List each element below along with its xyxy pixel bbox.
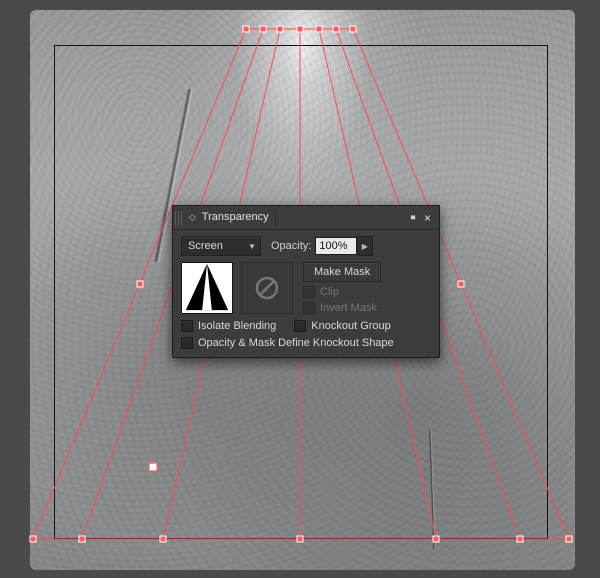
clip-checkbox <box>303 286 315 298</box>
invert-mask-checkbox <box>303 302 315 314</box>
cone-preview-icon <box>182 262 232 313</box>
opacity-label: Opacity: <box>271 240 311 252</box>
panel-menu-icon[interactable]: ◂▸ <box>410 212 412 223</box>
mask-thumbnail[interactable] <box>241 262 293 314</box>
illustrator-canvas[interactable]: Transparency ◂▸ × Screen ▼ Opacity: ▶ <box>0 0 600 578</box>
opacity-stepper[interactable]: ▶ <box>357 236 373 256</box>
panel-body: Screen ▼ Opacity: ▶ <box>173 230 439 357</box>
knockout-group-row[interactable]: Knockout Group <box>294 320 391 332</box>
invert-mask-checkbox-row: Invert Mask <box>303 302 381 314</box>
blend-mode-dropdown[interactable]: Screen ▼ <box>181 236 261 256</box>
clip-checkbox-row: Clip <box>303 286 381 298</box>
opacity-mask-knockout-row[interactable]: Opacity & Mask Define Knockout Shape <box>181 337 431 349</box>
chevron-down-icon: ▼ <box>248 242 256 251</box>
transparency-panel[interactable]: Transparency ◂▸ × Screen ▼ Opacity: ▶ <box>172 205 440 358</box>
make-mask-button[interactable]: Make Mask <box>303 262 381 282</box>
panel-header[interactable]: Transparency ◂▸ × <box>173 206 439 230</box>
knockout-group-checkbox[interactable] <box>294 320 306 332</box>
panel-grip[interactable] <box>175 211 183 225</box>
arrow-right-icon: ▶ <box>362 242 368 251</box>
crack-decoration <box>418 429 446 550</box>
panel-title: Transparency <box>202 211 269 223</box>
isolate-blending-row[interactable]: Isolate Blending <box>181 320 276 332</box>
blend-mode-value: Screen <box>188 240 223 252</box>
panel-tab-transparency[interactable]: Transparency <box>185 209 276 226</box>
close-icon[interactable]: × <box>420 211 435 225</box>
isolate-blending-checkbox[interactable] <box>181 320 193 332</box>
opacity-input[interactable] <box>315 237 357 255</box>
no-mask-icon <box>254 275 280 301</box>
opacity-mask-knockout-checkbox[interactable] <box>181 337 193 349</box>
object-thumbnail[interactable] <box>181 262 233 314</box>
